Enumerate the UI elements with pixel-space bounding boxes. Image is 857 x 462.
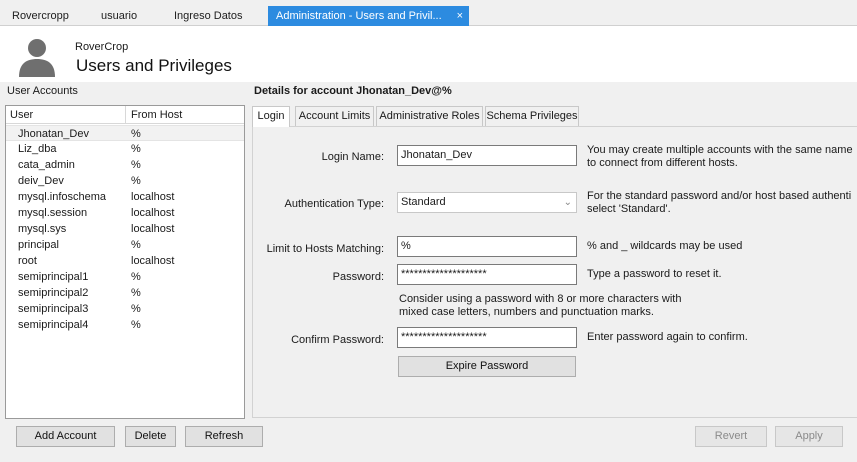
tab-administrative-roles[interactable]: Administrative Roles bbox=[376, 106, 483, 126]
auth-type-select[interactable]: Standard ⌄ bbox=[397, 192, 577, 213]
table-row[interactable]: principal% bbox=[6, 237, 244, 253]
confirm-password-field[interactable]: ******************** bbox=[397, 327, 577, 348]
user-cell: principal bbox=[18, 239, 59, 251]
add-account-button[interactable]: Add Account bbox=[16, 426, 115, 447]
auth-type-label: Authentication Type: bbox=[284, 198, 384, 210]
host-cell: % bbox=[131, 287, 141, 299]
expire-password-button[interactable]: Expire Password bbox=[398, 356, 576, 377]
revert-button[interactable]: Revert bbox=[695, 426, 767, 447]
user-cell: semiprincipal2 bbox=[18, 287, 89, 299]
user-cell: semiprincipal4 bbox=[18, 319, 89, 331]
table-row[interactable]: mysql.infoschema localhost bbox=[6, 189, 244, 205]
user-cell: mysql.infoschema bbox=[18, 191, 107, 203]
hosts-matching-help: % and _ wildcards may be used bbox=[587, 240, 743, 252]
table-row[interactable]: semiprincipal4% bbox=[6, 317, 244, 333]
table-row[interactable]: root localhost bbox=[6, 253, 244, 269]
host-cell: localhost bbox=[131, 223, 175, 235]
tab-administration-users[interactable]: Administration - Users and Privil... × bbox=[268, 6, 469, 26]
password-field[interactable]: ******************** bbox=[397, 264, 577, 285]
connection-name: RoverCrop bbox=[75, 41, 129, 53]
tab-account-limits[interactable]: Account Limits bbox=[295, 106, 374, 126]
password-label: Password: bbox=[332, 271, 384, 283]
table-row[interactable]: Liz_dba% bbox=[6, 141, 244, 157]
tab-rovercropp[interactable]: Rovercropp bbox=[4, 6, 86, 26]
auth-type-value: Standard bbox=[401, 196, 446, 208]
host-cell: % bbox=[131, 128, 141, 140]
user-cell: mysql.sys bbox=[18, 223, 67, 235]
apply-button[interactable]: Apply bbox=[775, 426, 843, 447]
hosts-matching-label: Limit to Hosts Matching: bbox=[266, 243, 384, 255]
tab-login[interactable]: Login bbox=[252, 106, 290, 127]
password-hint-1: Consider using a password with 8 or more… bbox=[399, 293, 682, 305]
password-hint-2: mixed case letters, numbers and punctuat… bbox=[399, 306, 654, 318]
user-accounts-label: User Accounts bbox=[7, 85, 78, 97]
chevron-down-icon[interactable]: ⌄ bbox=[564, 193, 572, 212]
auth-type-help-1: For the standard password and/or host ba… bbox=[587, 190, 852, 202]
document-tab-bar: Rovercropp usuario Ingreso Datos Adminis… bbox=[0, 0, 857, 26]
table-row[interactable]: mysql.sys localhost bbox=[6, 221, 244, 237]
page-header: RoverCrop Users and Privileges bbox=[0, 27, 857, 82]
user-cell: deiv_Dev bbox=[18, 175, 64, 187]
host-cell: localhost bbox=[131, 191, 175, 203]
main-content: User Accounts User From Host Jhonatan_De… bbox=[0, 82, 857, 462]
host-cell: % bbox=[131, 239, 141, 251]
tab-administration-label: Administration - Users and Privil... bbox=[276, 10, 442, 22]
host-cell: % bbox=[131, 319, 141, 331]
refresh-button[interactable]: Refresh bbox=[185, 426, 263, 447]
login-name-label: Login Name: bbox=[321, 151, 384, 163]
table-row[interactable]: deiv_Dev% bbox=[6, 173, 244, 189]
close-icon[interactable]: × bbox=[457, 6, 463, 26]
table-row[interactable]: semiprincipal1% bbox=[6, 269, 244, 285]
tab-schema-privileges[interactable]: Schema Privileges bbox=[485, 106, 579, 126]
login-name-help-2: to connect from different hosts. bbox=[587, 157, 738, 169]
login-name-help-1: You may create multiple accounts with th… bbox=[587, 144, 853, 156]
host-cell: % bbox=[131, 159, 141, 171]
tab-usuario[interactable]: usuario bbox=[93, 6, 155, 26]
auth-type-help-2: select 'Standard'. bbox=[587, 203, 671, 215]
user-accounts-header: User From Host bbox=[6, 106, 244, 124]
user-silhouette-icon bbox=[19, 39, 55, 77]
confirm-password-help: Enter password again to confirm. bbox=[587, 331, 748, 343]
table-row[interactable]: cata_admin% bbox=[6, 157, 244, 173]
delete-button[interactable]: Delete bbox=[125, 426, 176, 447]
host-cell: localhost bbox=[131, 255, 175, 267]
column-divider[interactable] bbox=[125, 106, 126, 124]
column-header-from-host[interactable]: From Host bbox=[131, 109, 182, 121]
table-row[interactable]: mysql.session localhost bbox=[6, 205, 244, 221]
user-cell: mysql.session bbox=[18, 207, 88, 219]
host-cell: localhost bbox=[131, 207, 175, 219]
hosts-matching-field[interactable]: % bbox=[397, 236, 577, 257]
user-cell: Liz_dba bbox=[18, 143, 57, 155]
confirm-password-label: Confirm Password: bbox=[291, 334, 384, 346]
host-cell: % bbox=[131, 143, 141, 155]
password-help: Type a password to reset it. bbox=[587, 268, 722, 280]
host-cell: % bbox=[131, 271, 141, 283]
user-cell: cata_admin bbox=[18, 159, 75, 171]
login-name-field[interactable]: Jhonatan_Dev bbox=[397, 145, 577, 166]
host-cell: % bbox=[131, 303, 141, 315]
page-title: Users and Privileges bbox=[76, 56, 232, 75]
user-cell: semiprincipal1 bbox=[18, 271, 89, 283]
user-cell: Jhonatan_Dev bbox=[18, 128, 89, 140]
host-cell: % bbox=[131, 175, 141, 187]
user-accounts-list[interactable]: User From Host Jhonatan_Dev% Liz_dba% cata… bbox=[5, 105, 245, 419]
login-panel: Login Name: Jhonatan_Dev You may create … bbox=[252, 126, 857, 418]
login-form: Login Name: Jhonatan_Dev You may create … bbox=[257, 130, 857, 416]
user-cell: root bbox=[18, 255, 37, 267]
user-cell: semiprincipal3 bbox=[18, 303, 89, 315]
tab-ingreso-datos[interactable]: Ingreso Datos bbox=[166, 6, 262, 26]
details-title: Details for account Jhonatan_Dev@% bbox=[254, 85, 452, 97]
table-row[interactable]: semiprincipal3% bbox=[6, 301, 244, 317]
table-row[interactable]: Jhonatan_Dev% bbox=[6, 125, 244, 141]
table-row[interactable]: semiprincipal2% bbox=[6, 285, 244, 301]
column-header-user[interactable]: User bbox=[10, 109, 33, 121]
